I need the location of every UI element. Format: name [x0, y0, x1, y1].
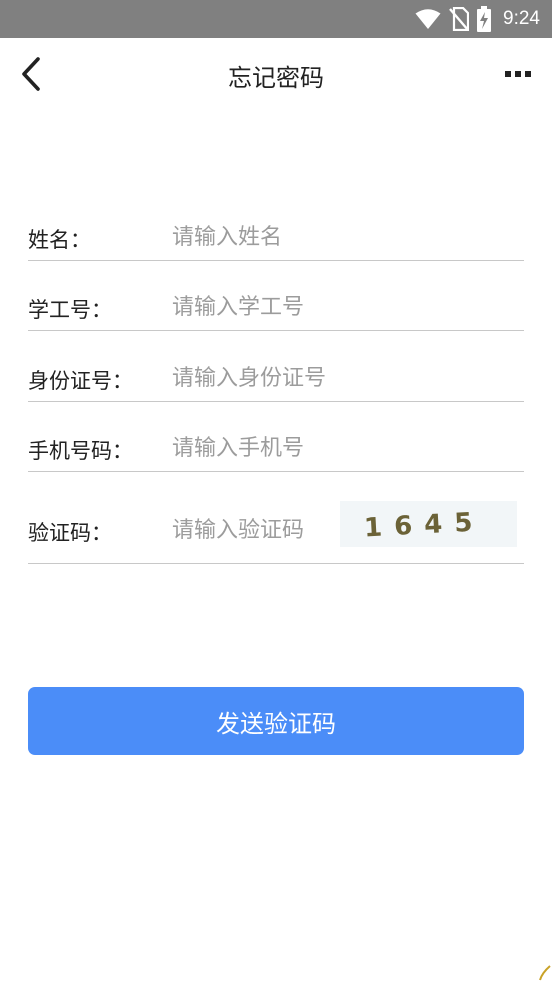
status-time: 9:24 [503, 8, 540, 29]
captcha-code-text: 1645 [363, 507, 485, 543]
captcha-image[interactable]: 1645 [340, 501, 517, 547]
page-title: 忘记密码 [228, 64, 324, 92]
student-id-label: 学工号： [28, 298, 112, 322]
more-horizontal-icon [505, 71, 531, 77]
captcha-input[interactable] [172, 515, 332, 545]
send-code-label: 发送验证码 [216, 709, 336, 738]
phone-label: 手机号码： [28, 439, 133, 463]
battery-charging-icon [477, 6, 492, 32]
student-id-input[interactable] [172, 292, 512, 322]
phone-row: 手机号码： [28, 428, 524, 472]
id-card-input[interactable] [172, 363, 512, 393]
more-button[interactable] [504, 66, 532, 82]
status-icons: 9:24 [415, 0, 540, 38]
nav-bar: 忘记密码 [0, 38, 552, 110]
no-sim-icon [449, 7, 470, 31]
name-label: 姓名： [28, 228, 91, 252]
wifi-icon [415, 9, 441, 29]
captcha-code-svg: 1645 [363, 507, 485, 543]
student-id-row: 学工号： [28, 287, 524, 331]
id-card-label: 身份证号： [28, 369, 133, 393]
phone-input[interactable] [172, 433, 512, 463]
name-input[interactable] [172, 222, 512, 252]
corner-feather-icon [539, 965, 551, 981]
name-row: 姓名： [28, 216, 524, 261]
captcha-row: 验证码： 1645 [28, 501, 524, 564]
send-code-button[interactable]: 发送验证码 [28, 687, 524, 755]
status-bar: 9:24 [0, 0, 552, 38]
id-card-row: 身份证号： [28, 357, 524, 402]
captcha-label: 验证码： [28, 521, 112, 545]
